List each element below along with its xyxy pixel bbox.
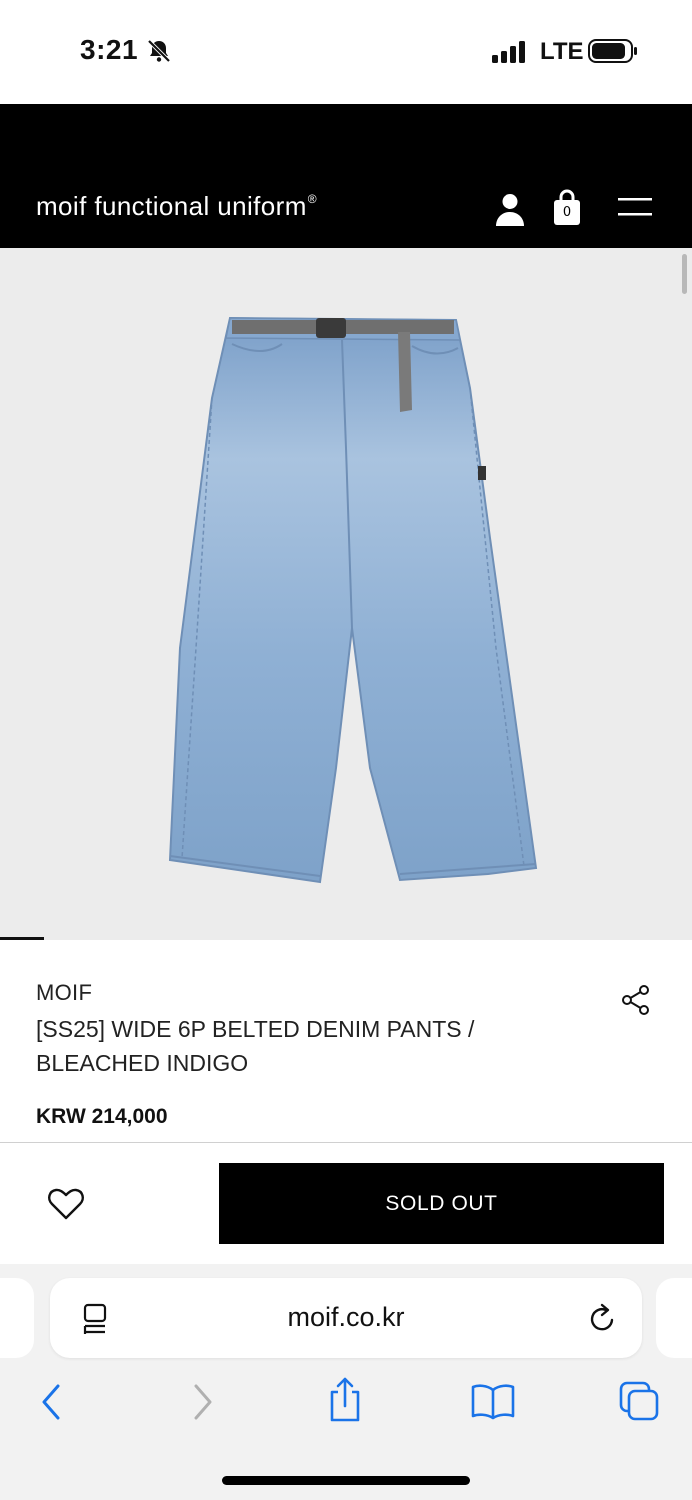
gallery-progress-bar xyxy=(0,937,44,940)
reload-icon[interactable] xyxy=(588,1302,618,1334)
status-bar: 3:21 LTE xyxy=(0,0,692,104)
site-header: moif functional uniform® 0 xyxy=(0,104,692,248)
heart-icon xyxy=(48,1188,84,1220)
bell-muted-icon xyxy=(147,39,171,63)
hamburger-menu-icon[interactable] xyxy=(618,196,652,218)
previous-tab-peek[interactable] xyxy=(0,1278,34,1358)
user-icon[interactable] xyxy=(494,192,526,226)
battery-icon xyxy=(588,39,637,63)
share-sheet-icon[interactable] xyxy=(326,1376,364,1424)
sold-out-button[interactable]: SOLD OUT xyxy=(219,1163,664,1244)
site-logo-text: moif functional uniform xyxy=(36,191,307,221)
home-indicator[interactable] xyxy=(222,1476,470,1485)
site-logo[interactable]: moif functional uniform® xyxy=(36,191,317,222)
browser-toolbar: moif.co.kr xyxy=(0,1264,692,1500)
registered-mark: ® xyxy=(307,192,318,206)
scroll-indicator[interactable] xyxy=(682,254,687,294)
forward-icon[interactable] xyxy=(186,1382,218,1422)
share-icon[interactable] xyxy=(620,984,652,1016)
brand-name[interactable]: MOIF xyxy=(36,980,92,1006)
divider xyxy=(0,1142,692,1143)
url-text[interactable]: moif.co.kr xyxy=(50,1302,642,1333)
back-icon[interactable] xyxy=(36,1382,68,1422)
signal-icon xyxy=(492,41,525,63)
bookmarks-icon[interactable] xyxy=(470,1382,516,1420)
product-price: KRW 214,000 xyxy=(36,1105,168,1128)
address-bar[interactable]: moif.co.kr xyxy=(50,1278,642,1358)
tabs-overview-icon[interactable] xyxy=(618,1380,660,1422)
wishlist-button[interactable] xyxy=(46,1186,86,1222)
cart-count: 0 xyxy=(562,205,572,220)
product-gallery[interactable] xyxy=(0,248,692,940)
status-time: 3:21 xyxy=(80,34,139,65)
network-label: LTE xyxy=(540,38,584,65)
next-tab-peek[interactable] xyxy=(656,1278,692,1358)
product-title: [SS25] WIDE 6P BELTED DENIM PANTS / BLEA… xyxy=(36,1016,475,1076)
denim-pants-photo xyxy=(168,316,538,884)
